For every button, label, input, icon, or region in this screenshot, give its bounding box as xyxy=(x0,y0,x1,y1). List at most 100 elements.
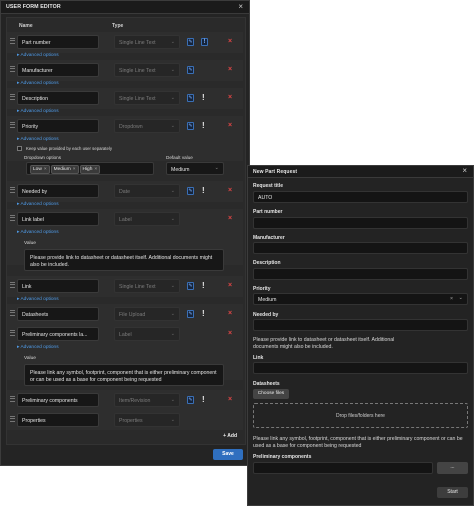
edit-icon[interactable]: ✎ xyxy=(187,310,194,318)
delete-icon[interactable]: × xyxy=(228,310,232,317)
drag-handle-icon[interactable] xyxy=(10,215,15,223)
delete-icon[interactable]: × xyxy=(228,38,232,45)
description-input[interactable] xyxy=(253,268,468,280)
advanced-options-link[interactable]: ▸ Advanced options xyxy=(17,137,59,142)
field-name-input[interactable]: Preliminary components la... xyxy=(17,327,99,341)
field-name-input[interactable]: Datasheets xyxy=(17,307,99,321)
chevron-down-icon: ⌄ xyxy=(214,165,219,171)
field-type-select[interactable]: Single Line Text ⌄ xyxy=(114,91,180,105)
field-name-input[interactable]: Preliminary components xyxy=(17,393,99,407)
delete-icon[interactable]: × xyxy=(228,396,232,403)
delete-icon[interactable]: × xyxy=(228,66,232,73)
prelim-components-input[interactable] xyxy=(253,462,433,474)
field-type-value: Single Line Text xyxy=(119,68,156,74)
required-toggle-icon[interactable]: ! xyxy=(202,281,205,290)
drag-handle-icon[interactable] xyxy=(10,187,15,195)
required-toggle-icon[interactable]: ! xyxy=(201,38,208,46)
edit-icon[interactable]: ✎ xyxy=(187,122,194,130)
file-drop-zone[interactable]: Drop files/folders here xyxy=(253,403,468,428)
remove-chip-icon[interactable]: × xyxy=(94,167,97,172)
advanced-options-link[interactable]: ▸ Advanced options xyxy=(17,81,59,86)
advanced-options-link[interactable]: ▸ Advanced options xyxy=(17,230,59,235)
request-title-input[interactable]: AUTO xyxy=(253,191,468,203)
field-name-input[interactable]: Manufacturer xyxy=(17,63,99,77)
field-name-input[interactable]: Priority xyxy=(17,119,99,133)
field-name-input[interactable]: Part number xyxy=(17,35,99,49)
needed-by-input[interactable] xyxy=(253,319,468,331)
required-toggle-icon[interactable]: ! xyxy=(202,121,205,130)
remove-chip-icon[interactable]: × xyxy=(44,167,47,172)
field-type-select[interactable]: Date ⌄ xyxy=(114,184,180,198)
field-type-select[interactable]: Label ⌄ xyxy=(114,327,180,341)
required-toggle-icon[interactable]: ! xyxy=(202,309,205,318)
delete-icon[interactable]: × xyxy=(228,282,232,289)
add-field-button[interactable]: + Add xyxy=(214,431,240,441)
drag-handle-icon[interactable] xyxy=(10,122,15,130)
delete-icon[interactable]: × xyxy=(228,187,232,194)
field-name-input[interactable]: Description xyxy=(17,91,99,105)
field-type-select[interactable]: Properties ⌄ xyxy=(114,413,180,427)
start-button[interactable]: Start xyxy=(437,487,468,498)
keep-value-checkbox[interactable] xyxy=(17,146,22,151)
link-label-value-textarea[interactable]: Please provide link to datasheet or data… xyxy=(24,249,224,271)
edit-icon[interactable]: ✎ xyxy=(187,94,194,102)
clear-icon[interactable]: × xyxy=(450,296,453,302)
field-name-input[interactable]: Link xyxy=(17,279,99,293)
field-name-input[interactable]: Properties xyxy=(17,413,99,427)
field-type-value: Label xyxy=(119,217,132,223)
edit-icon[interactable]: ✎ xyxy=(187,187,194,195)
drag-handle-icon[interactable] xyxy=(10,330,15,338)
choose-files-button[interactable]: Choose files xyxy=(253,389,289,399)
advanced-options-link[interactable]: ▸ Advanced options xyxy=(17,297,59,302)
advanced-options-link[interactable]: ▸ Advanced options xyxy=(17,109,59,114)
field-type-select[interactable]: Label ⌄ xyxy=(114,212,180,226)
drag-handle-icon[interactable] xyxy=(10,396,15,404)
close-icon[interactable]: × xyxy=(462,166,467,175)
part-number-input[interactable] xyxy=(253,217,468,229)
chevron-down-icon: ⌄ xyxy=(170,311,175,317)
save-button[interactable]: Save xyxy=(213,449,243,460)
option-chip-low: Low × xyxy=(30,165,50,174)
drag-handle-icon[interactable] xyxy=(10,66,15,74)
priority-select[interactable]: Medium × ⌄ xyxy=(253,293,468,305)
drag-handle-icon[interactable] xyxy=(10,94,15,102)
link-help-text: Please provide link to datasheet or data… xyxy=(253,337,395,350)
advanced-options-link[interactable]: ▸ Advanced options xyxy=(17,345,59,350)
advanced-options-link[interactable]: ▸ Advanced options xyxy=(17,53,59,58)
close-icon[interactable]: × xyxy=(238,2,243,11)
field-type-value: Properties xyxy=(119,418,143,424)
drag-handle-icon[interactable] xyxy=(10,416,15,424)
edit-icon[interactable]: ✎ xyxy=(187,38,194,46)
drag-handle-icon[interactable] xyxy=(10,310,15,318)
field-type-select[interactable]: File Upload ⌄ xyxy=(114,307,180,321)
link-input[interactable] xyxy=(253,362,468,374)
field-name-input[interactable]: Needed by xyxy=(17,184,99,198)
dropdown-options-input[interactable]: Low × Medium × High × xyxy=(26,162,154,175)
required-toggle-icon[interactable]: ! xyxy=(202,186,205,195)
field-type-select[interactable]: Single Line Text ⌄ xyxy=(114,35,180,49)
advanced-options-link[interactable]: ▸ Advanced options xyxy=(17,202,59,207)
drag-handle-icon[interactable] xyxy=(10,38,15,46)
required-toggle-icon[interactable]: ! xyxy=(202,93,205,102)
drag-handle-icon[interactable] xyxy=(10,282,15,290)
prelim-label-value-textarea[interactable]: Please link any symbol, footprint, compo… xyxy=(24,364,224,386)
edit-icon[interactable]: ✎ xyxy=(187,282,194,290)
field-type-select[interactable]: Single Line Text ⌄ xyxy=(114,279,180,293)
manufacturer-input[interactable] xyxy=(253,242,468,254)
field-type-select[interactable]: Single Line Text ⌄ xyxy=(114,63,180,77)
remove-chip-icon[interactable]: × xyxy=(73,167,76,172)
link-label: Link xyxy=(253,355,264,361)
delete-icon[interactable]: × xyxy=(228,215,232,222)
edit-icon[interactable]: ✎ xyxy=(187,66,194,74)
field-type-select[interactable]: Item/Revision ⌄ xyxy=(114,393,180,407)
delete-icon[interactable]: × xyxy=(228,122,232,129)
browse-button[interactable]: ... xyxy=(437,462,468,474)
delete-icon[interactable]: × xyxy=(228,330,232,337)
edit-icon[interactable]: ✎ xyxy=(187,396,194,404)
required-toggle-icon[interactable]: ! xyxy=(202,395,205,404)
default-value-select[interactable]: Medium ⌄ xyxy=(166,162,224,175)
field-type-select[interactable]: Dropdown ⌄ xyxy=(114,119,180,133)
delete-icon[interactable]: × xyxy=(228,94,232,101)
dropdown-options-label: Dropdown options xyxy=(24,155,62,160)
field-name-input[interactable]: Link label xyxy=(17,212,99,226)
